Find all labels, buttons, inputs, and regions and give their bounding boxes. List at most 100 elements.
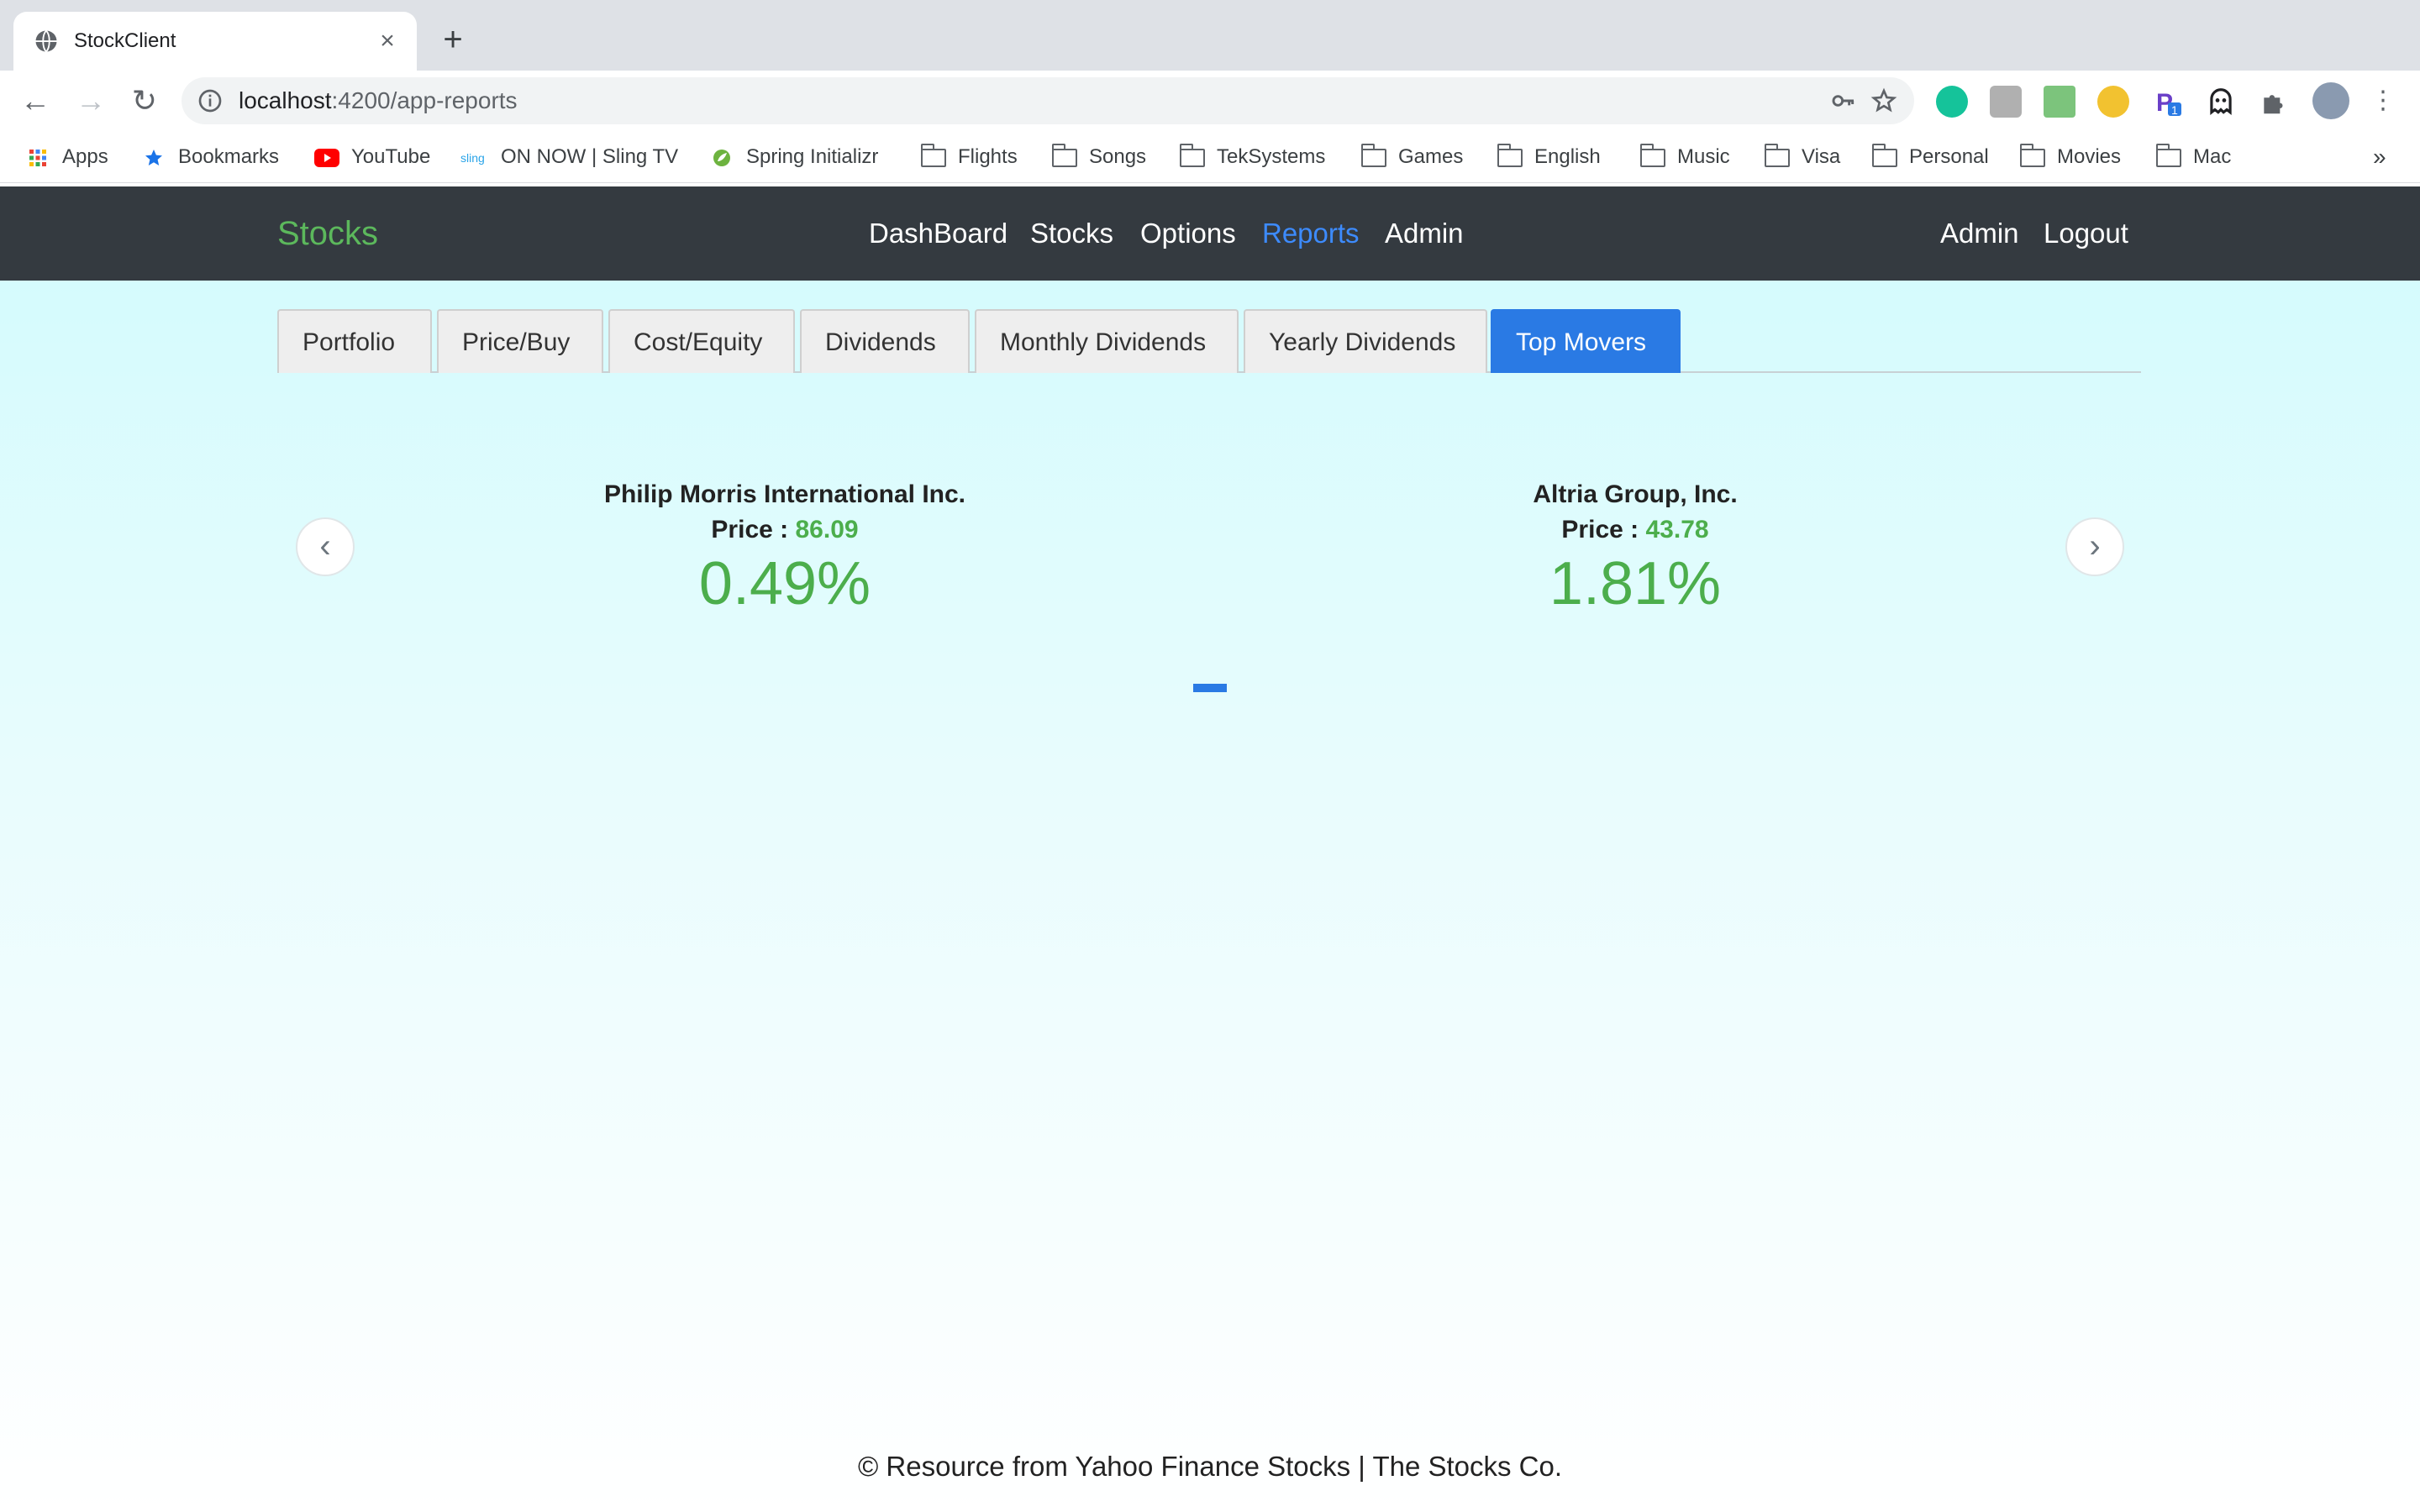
browser-tab[interactable]: StockClient × xyxy=(13,12,417,71)
url-path: :4200/app-reports xyxy=(331,87,518,113)
key-icon[interactable] xyxy=(1830,87,1857,114)
mover-card: Altria Group, Inc. Price : 43.78 1.81% xyxy=(1316,477,1954,620)
bookmark-label: YouTube xyxy=(351,145,431,168)
price-value: 43.78 xyxy=(1645,516,1709,543)
bookmark-games[interactable]: Games xyxy=(1361,131,1463,183)
bookmark-spring[interactable]: Spring Initializr xyxy=(709,131,878,183)
url-host: localhost xyxy=(239,87,332,113)
address-bar[interactable]: localhost:4200/app-reports xyxy=(182,77,1914,124)
youtube-icon xyxy=(314,148,339,167)
browser-window: StockClient × + ← → ↻ localhost:4200/app… xyxy=(0,0,2420,1512)
close-tab-icon[interactable]: × xyxy=(373,27,402,55)
bookmark-label: English xyxy=(1534,145,1601,168)
folder-icon xyxy=(921,143,946,167)
tab-portfolio[interactable]: Portfolio xyxy=(277,309,432,373)
folder-icon xyxy=(1640,143,1665,167)
moon-extension-icon[interactable] xyxy=(2097,86,2129,118)
apps-grid-icon xyxy=(29,149,46,166)
nav-stocks[interactable]: Stocks xyxy=(1030,186,1113,281)
star-bookmark-icon[interactable] xyxy=(1870,87,1897,114)
nav-admin-user[interactable]: Admin xyxy=(1940,186,2019,281)
tab-monthly-dividends[interactable]: Monthly Dividends xyxy=(975,309,1239,373)
tab-strip: StockClient × + xyxy=(0,0,2420,71)
folder-icon xyxy=(1361,143,1386,167)
bookmark-label: Movies xyxy=(2057,145,2122,168)
carousel-prev-button[interactable]: ‹ xyxy=(296,517,355,576)
nav-admin[interactable]: Admin xyxy=(1385,186,1464,281)
bookmarks-overflow-button[interactable]: » xyxy=(2373,131,2386,183)
grammarly-extension-icon[interactable] xyxy=(1936,86,1968,118)
star-icon xyxy=(145,149,162,165)
forward-icon[interactable]: → xyxy=(72,82,109,119)
bookmark-label: Songs xyxy=(1089,145,1147,168)
folder-icon xyxy=(1052,143,1077,167)
avatar[interactable] xyxy=(2312,82,2349,119)
price-label: Price : xyxy=(711,516,789,543)
bookmark-label: Music xyxy=(1677,145,1730,168)
tab-yearly-dividends[interactable]: Yearly Dividends xyxy=(1244,309,1487,373)
tab-price-buy[interactable]: Price/Buy xyxy=(437,309,603,373)
price-label: Price : xyxy=(1561,516,1639,543)
back-icon[interactable]: ← xyxy=(17,82,54,119)
bookmark-songs[interactable]: Songs xyxy=(1052,131,1146,183)
price-line: Price : 43.78 xyxy=(1316,512,1954,548)
tab-dividends[interactable]: Dividends xyxy=(800,309,970,373)
folder-icon xyxy=(2020,143,2045,167)
puzzle-extensions-icon[interactable] xyxy=(2259,86,2291,118)
p-extension-glyph: P1 xyxy=(2156,89,2181,117)
change-percent: 0.49% xyxy=(698,550,871,617)
extension-icon[interactable] xyxy=(1990,86,2022,118)
carousel-next-button[interactable]: › xyxy=(2065,517,2124,576)
bookmark-youtube[interactable]: YouTube xyxy=(314,131,430,183)
bookmark-sling[interactable]: sling ON NOW | Sling TV xyxy=(460,131,678,183)
brand-logo[interactable]: Stocks xyxy=(277,186,378,281)
bookmark-apps[interactable]: Apps xyxy=(25,131,108,183)
page-footer: © Resource from Yahoo Finance Stocks | T… xyxy=(857,1451,1563,1482)
bookmark-personal[interactable]: Personal xyxy=(1872,131,1989,183)
ghost-extension-icon[interactable] xyxy=(2205,86,2237,118)
nav-dashboard[interactable]: DashBoard xyxy=(869,186,1007,281)
tab-cost-equity[interactable]: Cost/Equity xyxy=(608,309,795,373)
app-navbar: Stocks DashBoard Stocks Options Reports … xyxy=(0,186,2420,281)
bookmark-visa[interactable]: Visa xyxy=(1765,131,1840,183)
tab-title: StockClient xyxy=(74,29,176,52)
bookmark-label: TekSystems xyxy=(1217,145,1326,168)
p-extension-icon[interactable]: P1 xyxy=(2151,86,2183,118)
spreadsheet-extension-icon[interactable] xyxy=(2044,86,2075,118)
url-text: localhost:4200/app-reports xyxy=(239,77,518,124)
mover-card: Philip Morris International Inc. Price :… xyxy=(466,477,1104,620)
bookmark-flights[interactable]: Flights xyxy=(921,131,1018,183)
bookmark-label: Personal xyxy=(1909,145,1989,168)
bookmark-english[interactable]: English xyxy=(1497,131,1601,183)
bookmark-label: Games xyxy=(1398,145,1464,168)
bookmark-label: Visa xyxy=(1802,145,1841,168)
folder-icon xyxy=(1765,143,1790,167)
carousel-indicator[interactable] xyxy=(1193,684,1227,692)
bookmark-mac[interactable]: Mac xyxy=(2156,131,2231,183)
bookmark-label: ON NOW | Sling TV xyxy=(501,145,679,168)
menu-kebab-icon[interactable]: ⋮ xyxy=(2365,82,2402,119)
browser-toolbar: ← → ↻ localhost:4200/app-reports P1 ⋮ xyxy=(0,71,2420,131)
info-icon[interactable] xyxy=(197,87,224,114)
folder-icon xyxy=(1497,143,1523,167)
sling-icon: sling xyxy=(460,150,485,165)
puzzle-glyph xyxy=(2264,95,2283,114)
ghost-glyph xyxy=(2210,88,2232,115)
bookmark-bookmarks[interactable]: Bookmarks xyxy=(141,131,279,183)
spring-icon xyxy=(713,149,730,166)
bookmark-music[interactable]: Music xyxy=(1640,131,1730,183)
new-tab-icon[interactable]: + xyxy=(434,22,472,60)
globe-icon xyxy=(35,29,57,53)
tab-top-movers[interactable]: Top Movers xyxy=(1491,309,1681,373)
reload-icon[interactable]: ↻ xyxy=(126,82,163,119)
main-content: Portfolio Price/Buy Cost/Equity Dividend… xyxy=(0,281,2420,1512)
bookmark-teksystems[interactable]: TekSystems xyxy=(1180,131,1325,183)
nav-reports[interactable]: Reports xyxy=(1262,186,1360,281)
bookmark-label: Flights xyxy=(958,145,1018,168)
nav-options[interactable]: Options xyxy=(1140,186,1236,281)
company-name: Altria Group, Inc. xyxy=(1533,480,1738,508)
nav-logout[interactable]: Logout xyxy=(2044,186,2128,281)
bookmark-movies[interactable]: Movies xyxy=(2020,131,2121,183)
price-value: 86.09 xyxy=(795,516,859,543)
folder-icon xyxy=(1872,143,1897,167)
